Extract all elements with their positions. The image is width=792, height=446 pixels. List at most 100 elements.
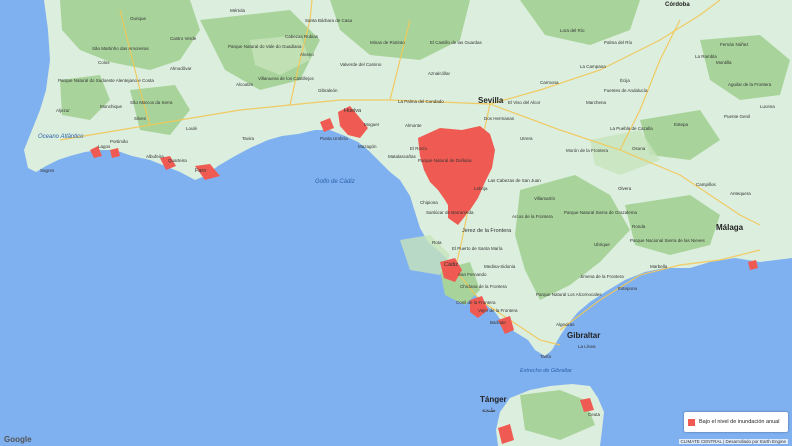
label-castro-verde: Castro Verde [170, 36, 197, 41]
label-san-fernando: San Fernando [458, 272, 487, 277]
label-monchique: Monchique [100, 104, 123, 109]
label-el-puerto: El Puerto de Santa María [452, 246, 503, 251]
label-el-castillo: El Castillo de las Guardas [430, 40, 483, 45]
label-ecija: Écija [620, 77, 630, 83]
label-rota: Rota [432, 240, 442, 245]
label-valverde: Valverde del Camino [340, 62, 382, 67]
label-medina: Medina-Sidonia [484, 264, 516, 269]
label-algeciras: Algeciras [556, 322, 575, 327]
label-punta-umbria: Punta Umbría [320, 136, 348, 141]
label-almodovar-pt: Almodôvar [170, 66, 192, 71]
label-ubrique: Ubrique [594, 242, 610, 247]
label-campillos: Campillos [696, 182, 717, 187]
label-pn-nieves: Parque Nacional Sierra de las Nieves [630, 238, 706, 243]
label-carmona: Carmona [540, 80, 559, 85]
label-loule: Loulé [186, 126, 198, 131]
label-lora: Lora del Río [560, 28, 585, 33]
label-colos: Colos [98, 60, 110, 65]
label-osuna: Osuna [632, 146, 646, 151]
label-palma-condado: La Palma del Condado [398, 99, 444, 104]
label-mertola: Mértola [230, 8, 246, 13]
label-sao-martinho: São Martinho das Amoreiras [92, 46, 150, 51]
label-marbella: Marbella [650, 264, 668, 269]
label-cabezas-rubias: Cabezas Rubias [285, 34, 319, 39]
map-canvas[interactable]: Oceano Atlântico Golfo de Cádiz Estrecho… [0, 0, 792, 446]
label-utrera: Utrera [520, 136, 533, 141]
label-la-rambla: La Rambla [695, 54, 717, 59]
label-puente-genil: Puente Genil [724, 114, 750, 119]
label-pn-donana: Parque Natural de Doñana [418, 158, 472, 163]
label-jerez[interactable]: Jerez de la Frontera [462, 228, 512, 234]
label-pn-alcornocales: Parque Natural Los Alcornocales [536, 292, 602, 297]
label-cadiz[interactable]: Cádiz [444, 262, 458, 268]
label-la-linea: La Línea [578, 344, 596, 349]
label-oceano: Oceano Atlântico [38, 134, 84, 140]
label-moron: Morón de la Frontera [566, 148, 609, 153]
label-lagos: Lagos [98, 144, 111, 149]
label-quarteira: Quarteira [168, 158, 187, 163]
label-lebrija: Lebrija [474, 186, 488, 191]
label-tavira: Tavira [242, 136, 255, 141]
label-aljezur: Aljezur [56, 108, 70, 113]
label-jimena: Jimena de la Frontera [580, 274, 624, 279]
label-albufeira: Albufeira [146, 154, 164, 159]
label-la-campana: La Campana [580, 64, 606, 69]
label-marchena: Marchena [586, 100, 607, 105]
google-logo[interactable]: Google [4, 435, 32, 444]
label-tanger[interactable]: Tánger [480, 395, 507, 404]
label-pn-sudoeste: Parque Natural do Sudoeste Alentejano e … [58, 78, 154, 83]
label-dos-hermanas: Dos Hermanas [484, 116, 515, 121]
label-tarifa: Tarifa [540, 354, 552, 359]
label-golfo-cadiz: Golfo de Cádiz [315, 179, 355, 185]
label-el-viso: El Viso del Alcor [508, 100, 541, 105]
label-vejer: Vejer de la Frontera [478, 308, 518, 313]
label-ourique: Ourique [130, 16, 147, 21]
label-minas-riotinto: Minas de Riotinto [370, 40, 405, 45]
label-barbate: Barbate [490, 320, 506, 325]
legend-label: Bajo el nivel de inundación anual [699, 419, 780, 425]
label-antequera: Antequera [730, 191, 751, 196]
attribution[interactable]: CLIMATE CENTRAL | Desarrollado por Earth… [678, 439, 788, 444]
label-conil: Conil de la Frontera [456, 300, 496, 305]
label-las-cabezas: Las Cabezas de San Juan [488, 178, 541, 183]
label-sagres: Sagres [40, 168, 55, 173]
label-montilla: Montilla [716, 60, 732, 65]
label-pn-guadiana: Parque Natural do Vale do Guadiana [228, 44, 302, 49]
label-pn-grazalema: Parque Natural Sierra de Grazalema [564, 210, 638, 215]
label-alcoutim: Alcoutim [236, 82, 254, 87]
label-estrecho: Estrecho de Gibraltar [520, 368, 573, 374]
label-sevilla[interactable]: Sevilla [478, 96, 504, 105]
label-la-puebla: La Puebla de Cazalla [610, 126, 653, 131]
label-huelva[interactable]: Huelva [344, 108, 362, 114]
label-aznalcollar: Aznalcóllar [428, 71, 451, 76]
label-faro[interactable]: Faro [195, 168, 206, 174]
label-moguer: Moguer [364, 122, 380, 127]
label-silves: Silves [134, 116, 147, 121]
label-almonte: Almonte [405, 123, 422, 128]
label-matalascanas: Matalascañas [388, 154, 417, 159]
label-chipiona: Chipiona [420, 200, 438, 205]
label-alosno: Alosno [300, 52, 314, 57]
label-gibraleon: Gibraleón [318, 88, 338, 93]
label-santa-barbara: Santa Bárbara de Casa [305, 18, 353, 23]
label-lucena: Lucena [760, 104, 775, 109]
label-ronda: Ronda [632, 224, 646, 229]
label-tanger-ar: طنجة [482, 407, 496, 414]
legend-swatch [688, 418, 695, 426]
legend: Bajo el nivel de inundación anual [684, 412, 788, 432]
label-gibraltar[interactable]: Gibraltar [567, 331, 600, 340]
label-malaga[interactable]: Málaga [716, 223, 744, 232]
label-villanueva-castillejos: Villanueva de los Castillejos [258, 76, 314, 81]
label-el-rocio: El Rocío [410, 146, 428, 151]
label-cordoba[interactable]: Córdoba [665, 2, 690, 8]
label-chiclana: Chiclana de la Frontera [460, 284, 507, 289]
label-fuentes: Fuentes de Andalucía [604, 88, 648, 93]
label-estepa: Estepa [674, 122, 689, 127]
label-mazagon: Mazagón [358, 144, 377, 149]
label-ceuta: Ceuta [588, 412, 601, 417]
label-estepona: Estepona [618, 286, 638, 291]
label-villamartin: Villamartín [534, 196, 556, 201]
label-arcos: Arcos de la Frontera [512, 214, 553, 219]
label-sao-marcos: São Marcos da Serra [130, 100, 173, 105]
label-palma-rio: Palma del Río [604, 40, 633, 45]
